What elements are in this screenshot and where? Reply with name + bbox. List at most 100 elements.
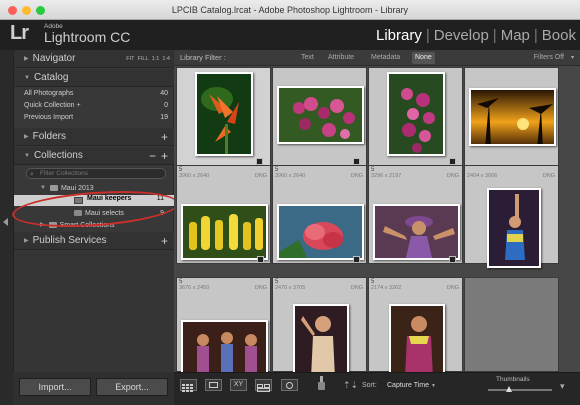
expand-triangle-icon: ▼ (40, 185, 46, 191)
collapse-left-arrow-icon[interactable] (3, 218, 8, 226)
module-book[interactable]: Book (538, 27, 580, 44)
filter-attribute-tab[interactable]: Attribute (325, 52, 357, 64)
thumbnail-image-yellow-flowers (183, 206, 266, 258)
grid-cell[interactable] (464, 67, 559, 166)
photo-thumbnail[interactable] (195, 72, 253, 156)
loupe-view-icon[interactable] (205, 379, 222, 391)
zoom-1-1[interactable]: 1:1 (152, 56, 160, 62)
photo-thumbnail[interactable] (487, 188, 541, 268)
navigator-zoom-options: FIT FILL 1:1 1:4 (126, 50, 170, 68)
grid-cell[interactable]: 5 2470 x 3705 DNG (272, 277, 367, 376)
module-map[interactable]: Map (497, 27, 534, 44)
loupe-frame (209, 382, 218, 388)
module-develop[interactable]: Develop (430, 27, 493, 44)
survey-view-icon[interactable] (255, 379, 272, 392)
catalog-item-label: All Photographs (24, 90, 74, 97)
grid-cell[interactable] (272, 67, 367, 166)
zoom-window-button[interactable] (36, 6, 45, 15)
filter-preset-dropdown[interactable]: Filters Off (534, 50, 564, 66)
people-face (286, 382, 293, 389)
catalog-item-all-photographs[interactable]: All Photographs 40 (14, 88, 174, 100)
cell-file-type: DNG (446, 285, 459, 291)
grid-cell[interactable]: 5 3676 x 2450 DNG (176, 277, 271, 376)
search-icon: ⌕ (30, 171, 34, 178)
zoom-fill[interactable]: FILL (138, 56, 149, 62)
thumbnail-image-pink-berries (279, 88, 362, 142)
collection-set-label: Maui 2013 (60, 185, 94, 192)
grid-cell[interactable]: 5 3296 x 2197 DNG (368, 165, 463, 264)
photo-thumbnail[interactable] (181, 320, 268, 376)
grid-cell[interactable]: 2404 x 3606 DNG (464, 165, 559, 268)
app-name: Lightroom CC (44, 29, 131, 45)
library-filter-bar: Library Filter : Text Attribute Metadata… (174, 50, 580, 66)
collapse-triangle-icon: ▶ (24, 238, 29, 244)
cell-dimensions: 3960 x 2640 (275, 173, 306, 179)
thumbnail-size-slider[interactable] (488, 386, 552, 392)
edit-badge-icon (449, 158, 456, 165)
cell-file-type: DNG (350, 173, 363, 179)
thumbnail-image-purple-berries (389, 74, 443, 154)
grid-cell[interactable] (368, 67, 463, 166)
filter-collections-input[interactable]: ⌕ Filter Collections (26, 168, 166, 179)
zoom-1-4[interactable]: 1:4 (162, 56, 170, 62)
sort-dropdown[interactable]: Capture Time ▼ (387, 382, 436, 389)
cell-dimensions: 3960 x 2640 (179, 173, 210, 179)
thumbnail-image-dancer-raising-arm (489, 190, 539, 266)
collapse-triangle-icon: ▶ (24, 134, 29, 140)
zoom-fit[interactable]: FIT (126, 56, 134, 62)
remove-collection-button[interactable]: − (149, 147, 156, 165)
compare-view-icon[interactable]: XY (230, 379, 247, 391)
cell-file-type: DNG (254, 285, 267, 291)
minimize-window-button[interactable] (22, 6, 31, 15)
slider-thumb[interactable] (506, 386, 512, 392)
painter-icon[interactable] (318, 376, 325, 390)
grid-cell[interactable]: 5 3960 x 2640 DNG (272, 165, 367, 264)
toolbar-menu-chevron-icon[interactable]: ▾ (560, 381, 565, 392)
photo-thumbnail[interactable] (181, 204, 268, 260)
lock-icon[interactable]: ▾ (571, 50, 574, 66)
add-collection-button[interactable]: + (161, 147, 168, 165)
photo-thumbnail[interactable] (389, 304, 445, 376)
filter-none-tab[interactable]: None (412, 52, 435, 64)
close-window-button[interactable] (8, 6, 17, 15)
catalog-item-previous-import[interactable]: Previous Import 19 (14, 112, 174, 124)
navigator-header[interactable]: ▶ Navigator FIT FILL 1:1 1:4 (14, 50, 174, 68)
photo-thumbnail[interactable] (469, 88, 556, 146)
collection-set-icon (49, 185, 58, 191)
catalog-item-label: Quick Collection + (24, 102, 81, 109)
publish-services-header[interactable]: ▶ Publish Services + (14, 232, 174, 250)
import-button[interactable]: Import... (19, 378, 91, 396)
grid-cell[interactable]: 5 2174 x 3262 DNG (368, 277, 463, 376)
add-folder-button[interactable]: + (161, 128, 168, 146)
cell-dimensions: 3676 x 2450 (179, 285, 210, 291)
filter-metadata-tab[interactable]: Metadata (368, 52, 403, 64)
add-publish-service-button[interactable]: + (161, 232, 168, 250)
catalog-item-count: 40 (160, 90, 168, 97)
module-picker: Library | Develop | Map | Book (372, 27, 580, 44)
grid-cell[interactable] (176, 67, 271, 166)
thumbnails-label: Thumbnails (496, 376, 530, 383)
grid-cell[interactable]: 5 3960 x 2640 DNG (176, 165, 271, 264)
filter-text-tab[interactable]: Text (298, 52, 317, 64)
export-button[interactable]: Export... (96, 378, 168, 396)
grid-cell-empty (464, 277, 559, 372)
photo-thumbnail[interactable] (277, 204, 364, 260)
sort-direction-icon[interactable]: ⇡⇣ (343, 380, 358, 391)
catalog-header[interactable]: ▼ Catalog (14, 69, 174, 87)
edit-badge-icon (449, 256, 456, 263)
catalog-item-quick-collection[interactable]: Quick Collection + 0 (14, 100, 174, 112)
photo-thumbnail[interactable] (373, 204, 460, 260)
collections-header[interactable]: ▼ Collections − + (14, 147, 174, 165)
title-bar: LPCIB Catalog.lrcat - Adobe Photoshop Li… (0, 0, 580, 20)
photo-thumbnail[interactable] (293, 304, 349, 376)
photo-thumbnail[interactable] (387, 72, 445, 156)
module-library[interactable]: Library (372, 27, 426, 44)
left-panel-toggle-strip[interactable] (0, 50, 13, 405)
collapse-triangle-icon: ▶ (24, 56, 29, 62)
photo-thumbnail[interactable] (277, 86, 364, 144)
grid-view-icon[interactable] (180, 379, 197, 392)
thumbnail-image-heliconia (197, 74, 251, 154)
folders-header[interactable]: ▶ Folders + (14, 128, 174, 146)
thumbnail-image-dancer-lei (391, 306, 443, 374)
people-view-icon[interactable] (281, 379, 298, 391)
